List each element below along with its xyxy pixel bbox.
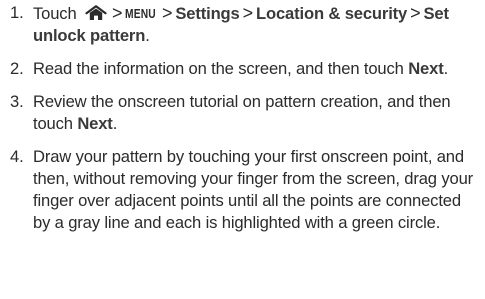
menu-path-separator: > — [112, 3, 123, 23]
step-number: 3. — [10, 92, 24, 111]
step-3: 3. Review the onscreen tutorial on patte… — [0, 91, 485, 135]
step-text: Touch — [33, 4, 77, 23]
step-end-punct: . — [112, 114, 118, 133]
step-4: 4. Draw your pattern by touching your fi… — [0, 146, 485, 234]
home-icon — [85, 5, 107, 21]
step-text: Read the information on the screen, and … — [33, 59, 404, 78]
menu-path-separator: > — [410, 3, 421, 23]
step-number: 1. — [10, 3, 24, 22]
step-1: 1. Touch > MENU > Settings > Location & secur… — [0, 2, 485, 47]
step-number: 4. — [10, 147, 24, 166]
step-2: 2. Read the information on the screen, a… — [0, 58, 485, 80]
next-label: Next — [77, 114, 113, 133]
step-end-punct: . — [443, 59, 449, 78]
settings-menu-label: Settings — [175, 4, 240, 23]
location-security-label: Location & security — [256, 4, 408, 23]
next-label: Next — [408, 59, 444, 78]
menu-path-separator: > — [242, 3, 254, 23]
menu-key-icon: MENU — [125, 7, 157, 21]
instruction-steps: 1. Touch > MENU > Settings > Location & secur… — [0, 2, 485, 234]
step-end-punct: . — [145, 26, 150, 45]
step-text: Draw your pattern by touching your first… — [33, 147, 474, 232]
menu-path-separator: > — [161, 3, 173, 23]
step-number: 2. — [10, 59, 24, 78]
